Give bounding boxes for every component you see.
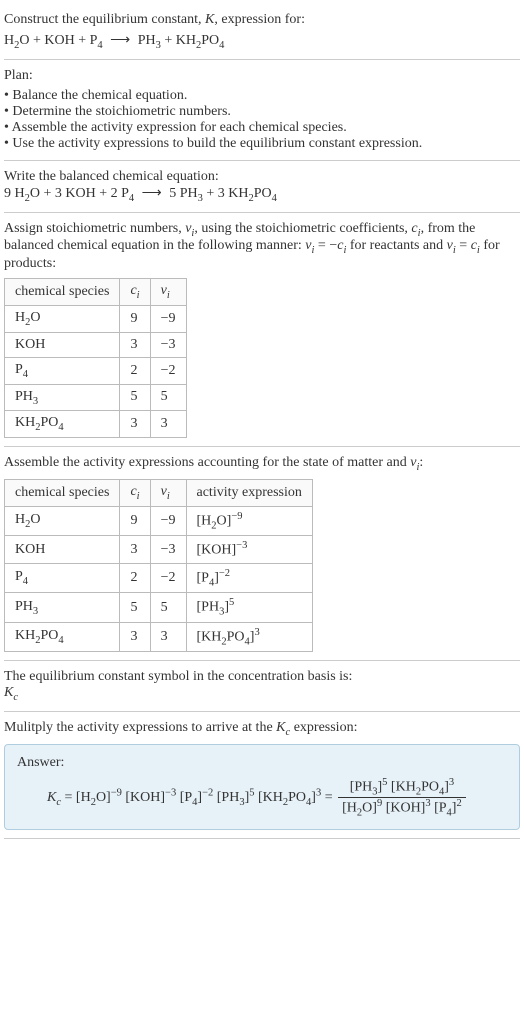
balanced-equation: 9 H2O + 3 KOH + 2 P4 ⟶ 5 PH3 + 3 KH2PO4 xyxy=(4,185,520,204)
cell-activity: [KH2PO4]3 xyxy=(186,622,312,651)
cell-ci: 9 xyxy=(120,305,150,332)
prompt-K: K xyxy=(205,12,214,27)
stoich-table: chemical species ci νi H2O9−9 KOH3−3 P42… xyxy=(4,278,187,438)
table-row: PH355 xyxy=(5,384,187,411)
cell-ci: 5 xyxy=(120,384,150,411)
cell-species: KOH xyxy=(5,536,120,564)
cell-vi: −2 xyxy=(150,357,186,384)
cell-ci: 5 xyxy=(120,593,150,622)
cell-vi: −9 xyxy=(150,506,186,535)
table-row: H2O9−9 xyxy=(5,305,187,332)
activity-section: Assemble the activity expressions accoun… xyxy=(4,447,520,661)
plan-item: Assemble the activity expression for eac… xyxy=(4,120,520,136)
cell-vi: −3 xyxy=(150,536,186,564)
balanced-section: Write the balanced chemical equation: 9 … xyxy=(4,161,520,213)
cell-ci: 2 xyxy=(120,563,150,592)
col-vi: νi xyxy=(150,479,186,506)
plan-section: Plan: Balance the chemical equation. Det… xyxy=(4,60,520,161)
cell-vi: −3 xyxy=(150,332,186,357)
answer-numerator: [PH3]5 [KH2PO4]3 xyxy=(338,777,466,798)
cell-vi: 3 xyxy=(150,622,186,651)
table-row: PH355[PH3]5 xyxy=(5,593,313,622)
cell-species: KH2PO4 xyxy=(5,411,120,438)
prompt-section: Construct the equilibrium constant, K, e… xyxy=(4,4,520,60)
cell-species: KH2PO4 xyxy=(5,622,120,651)
cell-species: KOH xyxy=(5,332,120,357)
prompt-text: Construct the equilibrium constant, K, e… xyxy=(4,12,520,28)
plan-item: Balance the chemical equation. xyxy=(4,88,520,104)
kc-symbol: Kc xyxy=(4,685,520,703)
prompt-part1b: , expression for: xyxy=(214,12,305,27)
cell-ci: 3 xyxy=(120,411,150,438)
cell-species: P4 xyxy=(5,357,120,384)
kc-symbol-text: The equilibrium constant symbol in the c… xyxy=(4,669,520,685)
cell-ci: 3 xyxy=(120,332,150,357)
multiply-text: Mulitply the activity expressions to arr… xyxy=(4,720,520,738)
cell-activity: [P4]−2 xyxy=(186,563,312,592)
cell-species: H2O xyxy=(5,305,120,332)
cell-vi: −2 xyxy=(150,563,186,592)
table-header-row: chemical species ci νi activity expressi… xyxy=(5,479,313,506)
table-row: H2O9−9[H2O]−9 xyxy=(5,506,313,535)
plan-item: Determine the stoichiometric numbers. xyxy=(4,104,520,120)
plan-item: Use the activity expressions to build th… xyxy=(4,136,520,152)
table-row: KOH3−3[KOH]−3 xyxy=(5,536,313,564)
table-row: P42−2[P4]−2 xyxy=(5,563,313,592)
table-row: P42−2 xyxy=(5,357,187,384)
cell-ci: 3 xyxy=(120,536,150,564)
plan-label: Plan: xyxy=(4,68,520,84)
plan-list: Balance the chemical equation. Determine… xyxy=(4,88,520,152)
col-vi: νi xyxy=(150,279,186,306)
col-species: chemical species xyxy=(5,479,120,506)
cell-vi: 5 xyxy=(150,593,186,622)
cell-species: H2O xyxy=(5,506,120,535)
cell-ci: 3 xyxy=(120,622,150,651)
col-species: chemical species xyxy=(5,279,120,306)
cell-ci: 9 xyxy=(120,506,150,535)
answer-lhs: Kc = [H2O]−9 [KOH]−3 [P4]−2 [PH3]5 [KH2P… xyxy=(47,790,336,805)
answer-box: Answer: Kc = [H2O]−9 [KOH]−3 [P4]−2 [PH3… xyxy=(4,744,520,830)
table-header-row: chemical species ci νi xyxy=(5,279,187,306)
activity-table: chemical species ci νi activity expressi… xyxy=(4,479,313,652)
answer-label: Answer: xyxy=(17,755,507,771)
multiply-section: Mulitply the activity expressions to arr… xyxy=(4,712,520,839)
answer-expression: Kc = [H2O]−9 [KOH]−3 [P4]−2 [PH3]5 [KH2P… xyxy=(17,777,507,819)
col-ci: ci xyxy=(120,479,150,506)
cell-vi: 5 xyxy=(150,384,186,411)
cell-species: PH3 xyxy=(5,384,120,411)
balanced-label: Write the balanced chemical equation: xyxy=(4,169,520,185)
activity-text: Assemble the activity expressions accoun… xyxy=(4,455,520,473)
cell-activity: [KOH]−3 xyxy=(186,536,312,564)
answer-denominator: [H2O]9 [KOH]3 [P4]2 xyxy=(338,798,466,818)
cell-ci: 2 xyxy=(120,357,150,384)
table-row: KH2PO433 xyxy=(5,411,187,438)
cell-species: PH3 xyxy=(5,593,120,622)
cell-vi: 3 xyxy=(150,411,186,438)
stoich-text: Assign stoichiometric numbers, νi, using… xyxy=(4,221,520,273)
cell-species: P4 xyxy=(5,563,120,592)
stoich-section: Assign stoichiometric numbers, νi, using… xyxy=(4,213,520,448)
col-ci: ci xyxy=(120,279,150,306)
kc-symbol-section: The equilibrium constant symbol in the c… xyxy=(4,661,520,712)
answer-fraction: [PH3]5 [KH2PO4]3[H2O]9 [KOH]3 [P4]2 xyxy=(338,777,466,819)
col-activity: activity expression xyxy=(186,479,312,506)
cell-vi: −9 xyxy=(150,305,186,332)
cell-activity: [PH3]5 xyxy=(186,593,312,622)
table-row: KH2PO433[KH2PO4]3 xyxy=(5,622,313,651)
prompt-part1: Construct the equilibrium constant, xyxy=(4,12,205,27)
unbalanced-equation: H2O + KOH + P4 ⟶ PH3 + KH2PO4 xyxy=(4,32,520,51)
table-row: KOH3−3 xyxy=(5,332,187,357)
cell-activity: [H2O]−9 xyxy=(186,506,312,535)
